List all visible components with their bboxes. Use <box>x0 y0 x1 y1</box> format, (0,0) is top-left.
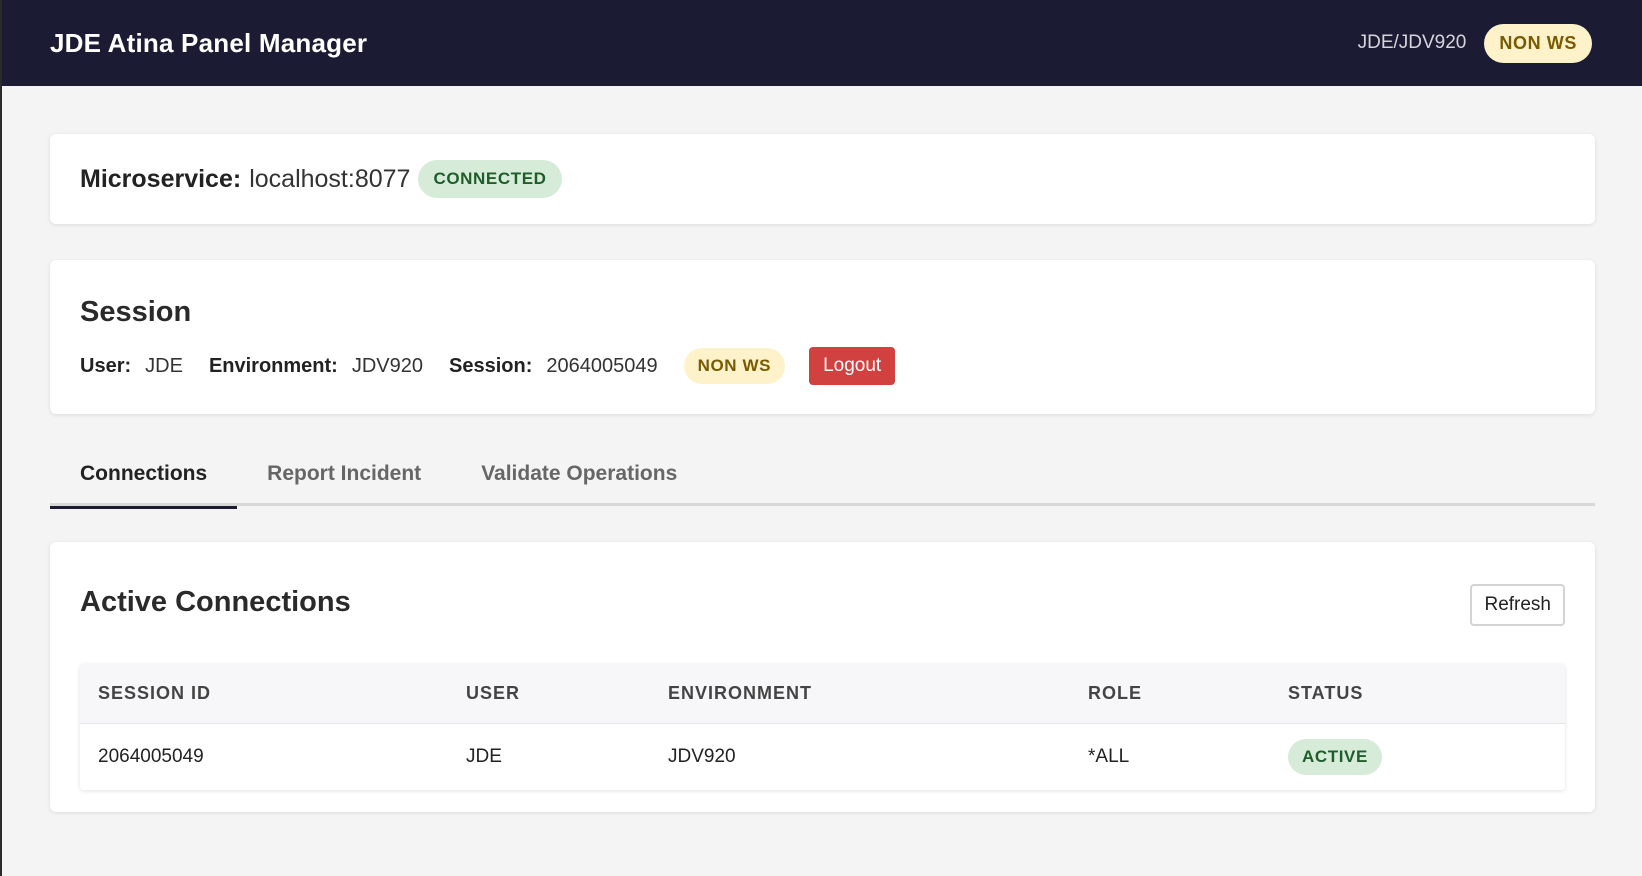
environment-value: JDV920 <box>351 354 423 377</box>
environment-path: JDE/JDV920 <box>1357 32 1467 53</box>
cell-session-id: 2064005049 <box>98 746 204 767</box>
column-header-environment[interactable]: ENVIRONMENT <box>650 683 1070 704</box>
microservice-card: Microservice: localhost:8077 CONNECTED <box>50 134 1595 224</box>
tab-bar: Connections Report Incident Validate Ope… <box>50 452 1595 509</box>
top-header: JDE Atina Panel Manager JDE/JDV920 NON W… <box>0 0 1642 86</box>
refresh-button[interactable]: Refresh <box>1470 584 1565 626</box>
column-header-session-id[interactable]: SESSION ID <box>80 683 448 704</box>
user-value: JDE <box>145 354 183 377</box>
window-left-edge <box>0 0 2 876</box>
connection-status-badge: CONNECTED <box>418 160 562 198</box>
column-header-user[interactable]: USER <box>448 683 650 704</box>
column-header-status[interactable]: STATUS <box>1270 683 1564 704</box>
column-header-role[interactable]: ROLE <box>1070 683 1270 704</box>
header-right: JDE/JDV920 NON WS <box>1357 23 1592 63</box>
app-title: JDE Atina Panel Manager <box>50 27 368 58</box>
active-connections-card: Active Connections Refresh SESSION ID US… <box>50 542 1595 812</box>
session-label: Session: <box>449 354 533 377</box>
connections-title: Active Connections <box>80 585 351 618</box>
session-mode-badge: NON WS <box>683 348 786 384</box>
session-card: Session User: JDE Environment: JDV920 Se… <box>50 260 1595 414</box>
logout-button[interactable]: Logout <box>809 347 896 385</box>
tab-report-incident[interactable]: Report Incident <box>237 452 451 506</box>
cell-role: *ALL <box>1088 746 1130 767</box>
status-badge: ACTIVE <box>1288 739 1382 775</box>
table-row[interactable]: 2064005049 JDE JDV920 *ALL ACTIVE <box>80 724 1565 790</box>
connections-table: SESSION ID USER ENVIRONMENT ROLE STATUS … <box>80 664 1565 790</box>
cell-status: ACTIVE <box>1270 739 1564 775</box>
cell-user: JDE <box>466 746 502 767</box>
microservice-address: localhost:8077 <box>249 164 411 193</box>
session-id-value: 2064005049 <box>546 354 658 377</box>
cell-environment: JDV920 <box>668 746 736 767</box>
user-label: User: <box>80 354 132 377</box>
tab-validate-operations[interactable]: Validate Operations <box>451 452 707 506</box>
environment-label: Environment: <box>208 354 338 377</box>
microservice-label: Microservice: <box>80 164 242 193</box>
tab-connections[interactable]: Connections <box>50 452 238 509</box>
session-title: Session <box>80 296 192 328</box>
mode-badge: NON WS <box>1484 23 1592 63</box>
table-header-row: SESSION ID USER ENVIRONMENT ROLE STATUS <box>80 664 1565 724</box>
connections-header: Active Connections Refresh <box>80 578 1565 626</box>
session-info-row: User: JDE Environment: JDV920 Session: 2… <box>80 347 1565 385</box>
